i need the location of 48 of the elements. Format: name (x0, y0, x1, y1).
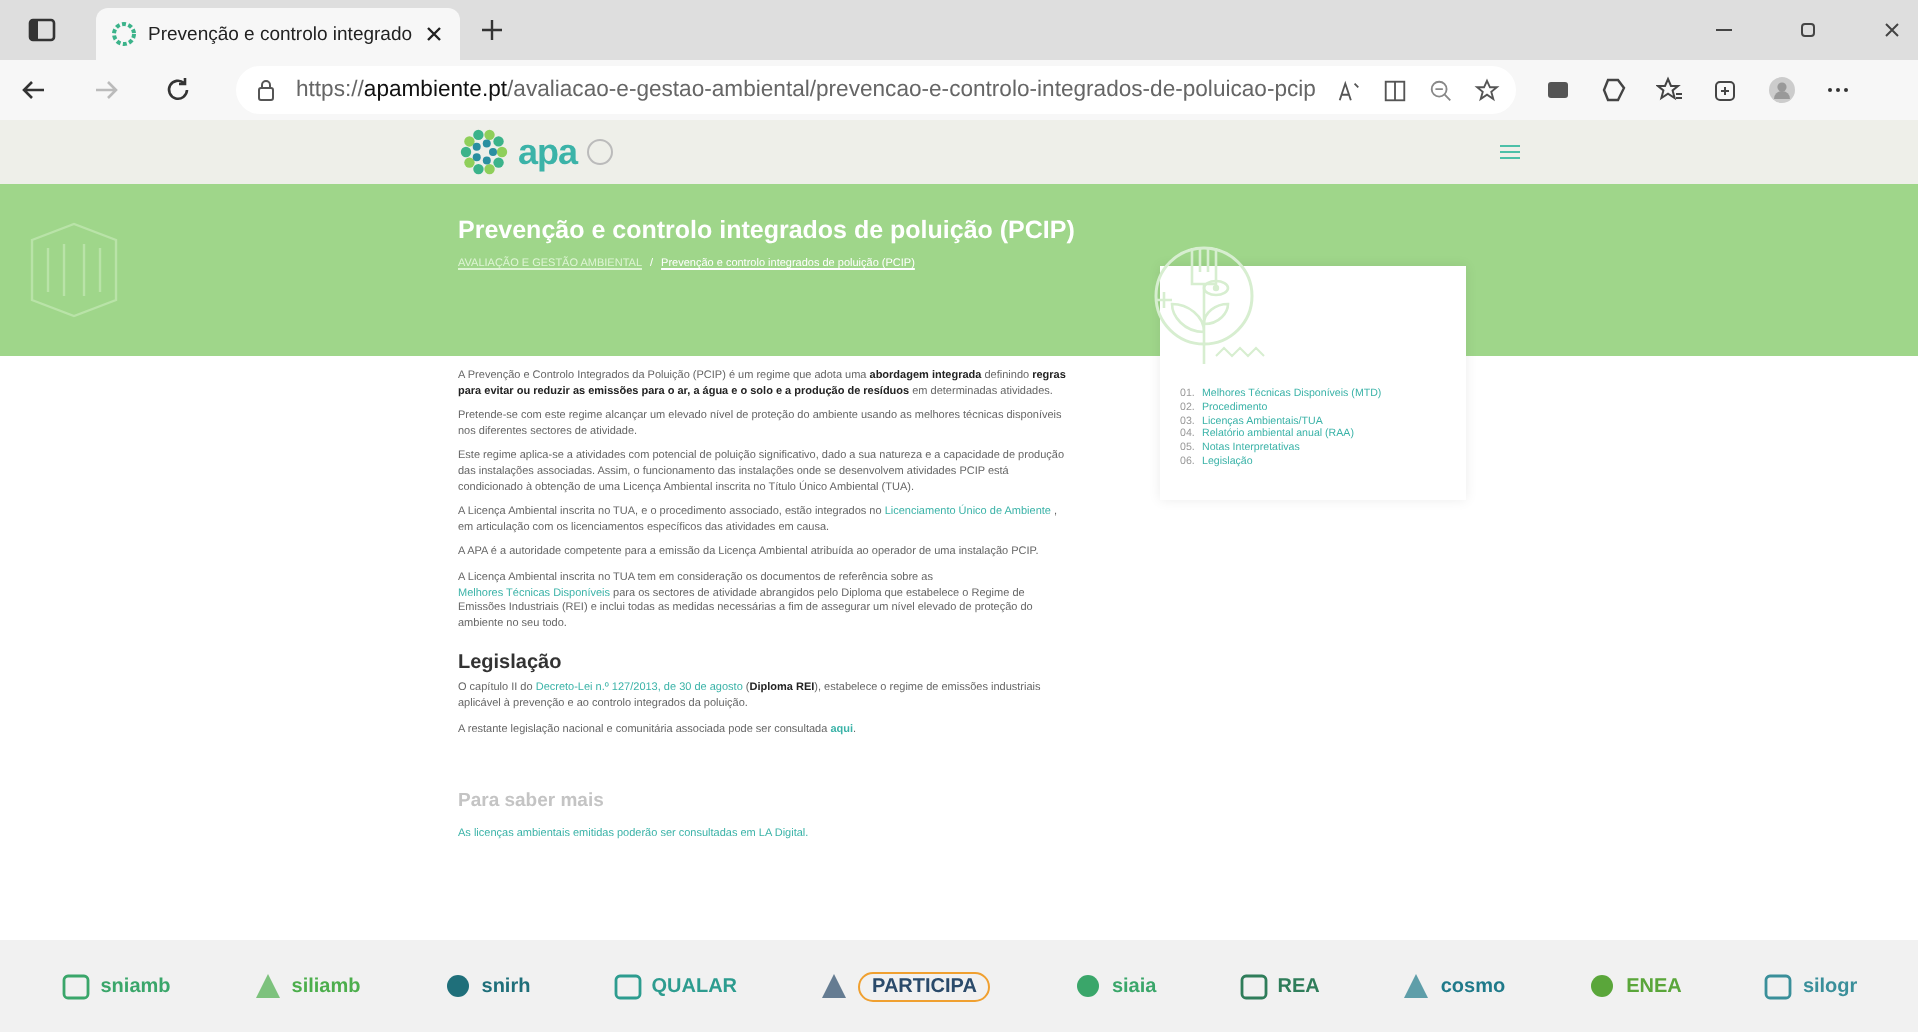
restore-icon[interactable] (1798, 20, 1818, 40)
browser-tab[interactable]: Prevenção e controlo integrado (96, 8, 461, 60)
favorites-icon[interactable] (1656, 76, 1684, 104)
anniversary-badge-icon (585, 138, 614, 166)
tab-title: Prevenção e controlo integrado (148, 23, 413, 45)
extension-icon[interactable] (1544, 76, 1572, 104)
tab-actions-icon[interactable] (28, 18, 56, 42)
section-heading: Legislação (458, 652, 564, 675)
partner-logo[interactable]: siaia (1111, 975, 1157, 997)
new-tab-icon[interactable] (480, 18, 505, 42)
refresh-icon[interactable] (164, 76, 192, 104)
partner-logo[interactable]: snirh (481, 975, 531, 997)
logo-mark-icon[interactable] (458, 126, 510, 178)
zoom-out-icon[interactable] (1427, 77, 1454, 103)
partner-logo[interactable]: QUALAR (651, 975, 738, 997)
partner-logo-icon (1237, 970, 1270, 1002)
partner-logo[interactable]: sniamb (100, 975, 171, 997)
read-aloud-icon[interactable] (1335, 77, 1362, 103)
profile-avatar-icon[interactable] (1768, 76, 1796, 104)
partner-logo-icon (1586, 970, 1619, 1002)
partner-logo[interactable]: cosmo (1440, 975, 1506, 997)
favorite-star-icon[interactable] (1473, 77, 1500, 103)
lock-icon (256, 78, 276, 102)
partner-logo-icon (251, 970, 284, 1002)
partner-logo[interactable]: REA (1277, 975, 1320, 997)
partner-logo-icon (611, 970, 644, 1002)
partner-logo-icon (441, 970, 474, 1002)
address-field[interactable]: https://apambiente.pt/avaliacao-e-gestao-ambiental/prevencao-e-controlo-integrados-de-poluicao-pcip (236, 66, 1516, 114)
partner-logo-icon (1071, 970, 1104, 1002)
partner-logo[interactable]: silogr (1802, 975, 1858, 997)
reader-icon[interactable] (1381, 77, 1408, 103)
page-title: Prevenção e controlo integrados de poluição (PCIP) (458, 216, 1077, 244)
section-heading: Para saber mais (458, 790, 606, 813)
partner-logo-icon (1400, 970, 1433, 1002)
partner-logo-icon (60, 970, 93, 1002)
partner-logo-icon (1762, 970, 1795, 1002)
close-icon[interactable] (424, 24, 445, 44)
close-window-icon[interactable] (1882, 20, 1902, 40)
decorative-pattern-icon (28, 220, 120, 320)
partner-logo[interactable]: PARTICIPA (858, 971, 991, 1001)
partner-logo[interactable]: siliamb (291, 975, 361, 997)
site-favicon-icon (112, 22, 136, 46)
partner-logo[interactable]: ENEA (1626, 975, 1682, 997)
partner-logo-icon (818, 970, 851, 1002)
back-icon[interactable] (20, 76, 48, 104)
extension-icon[interactable] (1600, 76, 1628, 104)
collections-icon[interactable] (1712, 76, 1740, 104)
site-logo[interactable]: apa (518, 131, 578, 173)
